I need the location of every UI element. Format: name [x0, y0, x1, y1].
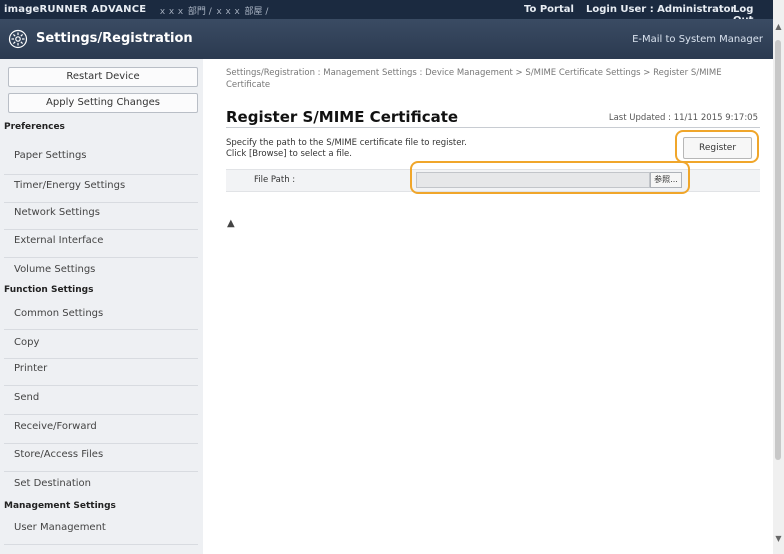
sidebar-item-receive-forward[interactable]: Receive/Forward — [14, 421, 97, 432]
divider — [4, 414, 198, 415]
sidebar: Restart Device Apply Setting Changes Pre… — [0, 59, 204, 554]
to-portal-link[interactable]: To Portal — [524, 4, 574, 15]
sidebar-item-timer-energy[interactable]: Timer/Energy Settings — [14, 180, 125, 191]
divider — [4, 358, 198, 359]
app-name: imageRUNNER ADVANCE — [4, 4, 147, 15]
main-content: Settings/Registration : Management Setti… — [203, 59, 773, 554]
back-to-top-icon[interactable]: ▲ — [227, 218, 235, 229]
top-bar: imageRUNNER ADVANCE ｘｘｘ 部門 / ｘｘｘ 部屋 / To… — [0, 0, 773, 26]
last-updated-label: Last Updated : 11/11 2015 9:17:05 — [608, 113, 758, 123]
browser-viewport: imageRUNNER ADVANCE ｘｘｘ 部門 / ｘｘｘ 部屋 / To… — [0, 0, 773, 554]
sidebar-item-network-settings[interactable]: Network Settings — [14, 207, 100, 218]
sidebar-item-copy[interactable]: Copy — [14, 337, 39, 348]
divider — [4, 329, 198, 330]
file-path-highlight-outline — [410, 161, 690, 194]
device-location: ｘｘｘ 部門 / ｘｘｘ 部屋 / — [158, 7, 269, 17]
restart-device-button[interactable]: Restart Device — [8, 67, 198, 87]
email-system-manager-link[interactable]: E-Mail to System Manager — [628, 33, 767, 46]
category-preferences: Preferences — [4, 122, 65, 132]
category-management-settings: Management Settings — [4, 501, 116, 511]
register-highlight-outline — [675, 130, 759, 163]
sidebar-item-printer[interactable]: Printer — [14, 363, 47, 374]
divider — [4, 544, 198, 545]
file-path-label: File Path : — [254, 175, 296, 185]
title-divider — [226, 127, 760, 128]
divider — [4, 385, 198, 386]
sidebar-item-set-destination[interactable]: Set Destination — [14, 478, 91, 489]
sidebar-item-store-access-files[interactable]: Store/Access Files — [14, 449, 103, 460]
sidebar-item-volume-settings[interactable]: Volume Settings — [14, 264, 95, 275]
sidebar-item-external-interface[interactable]: External Interface — [14, 235, 103, 246]
scroll-up-icon[interactable]: ▲ — [774, 22, 783, 31]
page-title: Register S/MIME Certificate — [226, 108, 459, 126]
divider — [4, 257, 198, 258]
description-line-1: Specify the path to the S/MIME certifica… — [226, 138, 467, 148]
sidebar-item-user-management[interactable]: User Management — [14, 522, 106, 533]
divider — [4, 174, 198, 175]
sidebar-item-send[interactable]: Send — [14, 392, 39, 403]
category-function-settings: Function Settings — [4, 285, 94, 295]
apply-setting-changes-button[interactable]: Apply Setting Changes — [8, 93, 198, 113]
divider — [4, 202, 198, 203]
scrollbar-thumb[interactable] — [775, 40, 781, 460]
breadcrumb: Settings/Registration : Management Setti… — [226, 68, 722, 90]
description-line-2: Click [Browse] to select a file. — [226, 149, 352, 159]
settings-header: Settings/Registration E-Mail to System M… — [0, 19, 773, 59]
divider — [4, 229, 198, 230]
page-scrollbar[interactable]: ▲ ▼ — [773, 0, 784, 554]
sidebar-item-common-settings[interactable]: Common Settings — [14, 308, 103, 319]
divider — [4, 471, 198, 472]
divider — [4, 443, 198, 444]
gear-icon — [8, 29, 28, 49]
page-header-title: Settings/Registration — [36, 31, 193, 46]
sidebar-item-paper-settings[interactable]: Paper Settings — [14, 150, 87, 161]
scroll-down-icon[interactable]: ▼ — [774, 534, 783, 543]
login-user-label: Login User : Administrator — [586, 4, 736, 15]
